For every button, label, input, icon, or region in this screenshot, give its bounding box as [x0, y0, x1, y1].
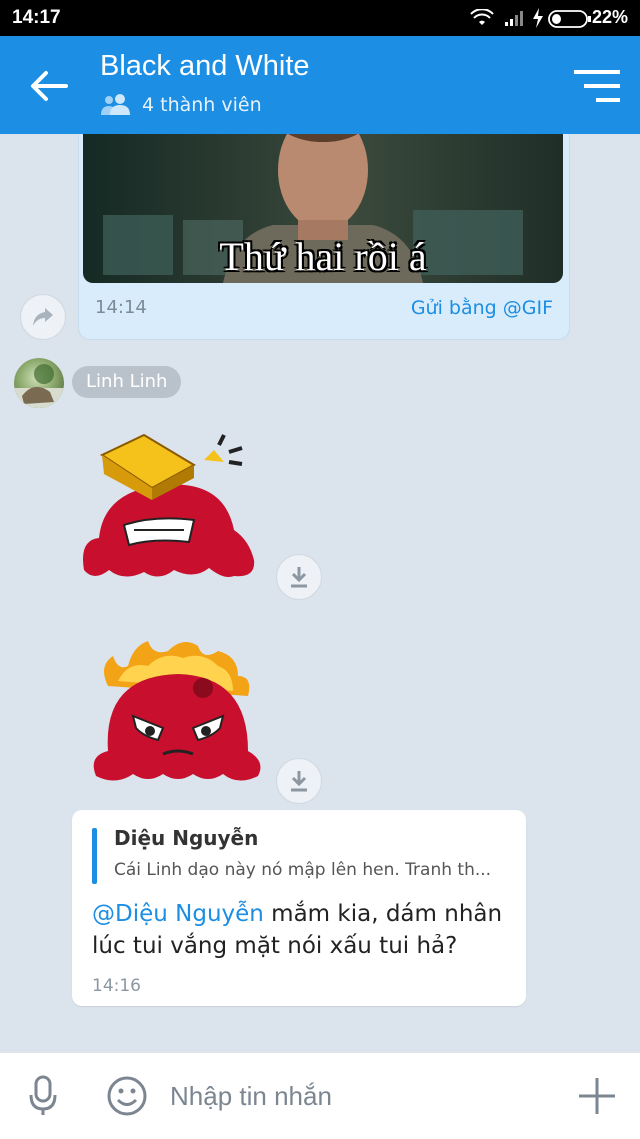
mention-link[interactable]: @Diệu Nguyễn: [92, 901, 264, 927]
member-count[interactable]: 4 thành viên: [100, 94, 262, 116]
download-icon: [291, 771, 307, 792]
download-button[interactable]: [276, 554, 322, 600]
avatar[interactable]: [14, 358, 64, 408]
battery-icon: [548, 10, 591, 28]
chat-header: Black and White 4 thành viên: [0, 36, 640, 134]
gif-message[interactable]: Thứ hai rồi á 14:14 Gửi bằng @GIF: [78, 134, 570, 340]
message-time: 14:14: [95, 297, 147, 318]
gif-source-link[interactable]: Gửi bằng @GIF: [411, 297, 553, 319]
quoted-text[interactable]: Cái Linh dạo này nó mập lên hen. Tranh t…: [114, 860, 491, 880]
members-icon: [101, 94, 130, 115]
sender-name[interactable]: Linh Linh: [72, 366, 182, 398]
download-icon: [291, 567, 307, 588]
status-time: 14:17: [12, 7, 61, 28]
group-title[interactable]: Black and White: [100, 50, 310, 83]
member-count-label: 4 thành viên: [142, 94, 262, 116]
share-arrow-icon: [33, 308, 53, 326]
wifi-icon: [470, 9, 494, 25]
sticker-angry-fire[interactable]: [88, 636, 268, 786]
charging-icon: [533, 8, 543, 28]
message-text: @Diệu Nguyễn mắm kia, dám nhân lúc tui v…: [92, 898, 512, 962]
quote-bar: [92, 828, 97, 884]
sticker-angry-gold[interactable]: [74, 430, 264, 590]
message-composer: Nhập tin nhắn: [0, 1052, 640, 1139]
reply-message[interactable]: Diệu Nguyễn Cái Linh dạo này nó mập lên …: [72, 810, 526, 1006]
microphone-icon[interactable]: [28, 1075, 58, 1117]
forward-button[interactable]: [20, 294, 66, 340]
quoted-sender[interactable]: Diệu Nguyễn: [114, 826, 258, 850]
message-input[interactable]: Nhập tin nhắn: [170, 1081, 332, 1112]
gif-caption: Thứ hai rồi á: [219, 234, 427, 279]
back-arrow-icon[interactable]: [30, 70, 68, 102]
battery-percent: 22%: [591, 7, 628, 27]
message-list[interactable]: Thứ hai rồi á 14:14 Gửi bằng @GIF Linh L…: [0, 134, 640, 1052]
message-time: 14:16: [92, 976, 141, 996]
download-button[interactable]: [276, 758, 322, 804]
plus-icon[interactable]: [576, 1075, 618, 1117]
avatar-image: [14, 364, 64, 408]
status-bar: 14:17 22%: [0, 0, 640, 36]
emoji-icon[interactable]: [106, 1075, 148, 1117]
gif-image[interactable]: Thứ hai rồi á: [83, 134, 563, 283]
menu-icon[interactable]: [574, 68, 620, 104]
signal-icon: [505, 11, 523, 26]
